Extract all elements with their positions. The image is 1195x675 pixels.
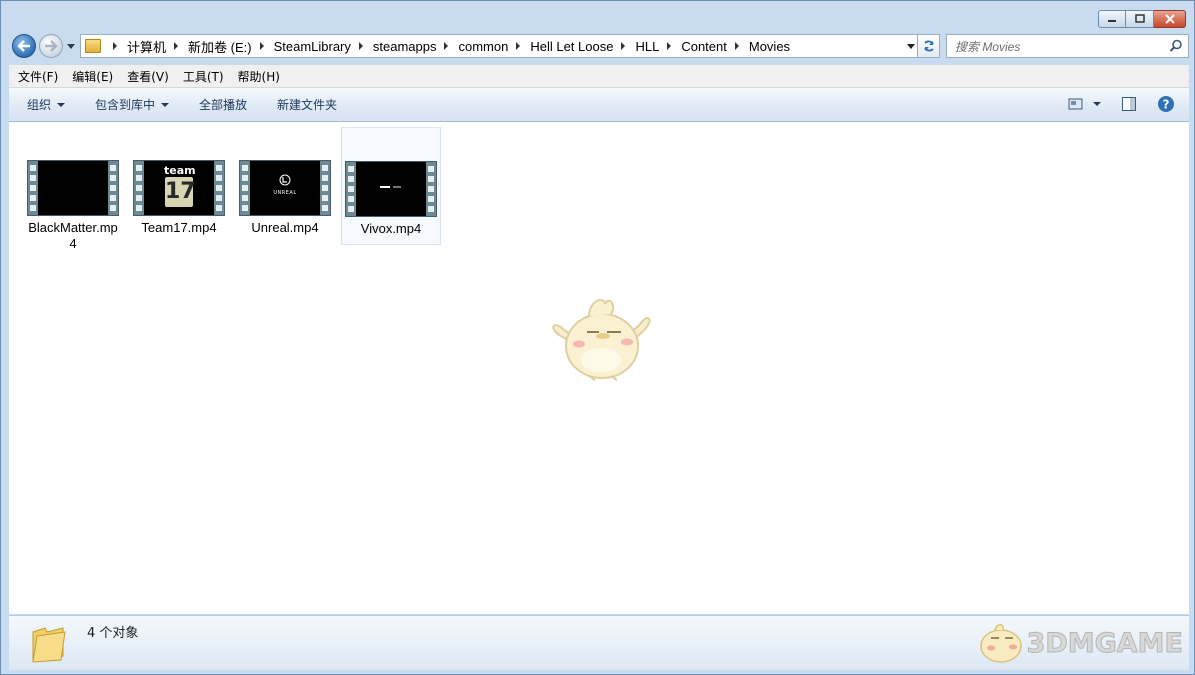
svg-text:?: ? <box>1163 98 1170 112</box>
film-strip <box>320 161 330 215</box>
help-icon[interactable]: ? <box>1157 95 1175 113</box>
command-bar: 组织 包含到库中 全部播放 新建文件夹 ? <box>9 88 1189 122</box>
video-thumbnail <box>345 161 437 217</box>
search-box[interactable] <box>946 34 1189 58</box>
unreal-logo-text: UNREAL <box>273 190 297 196</box>
vivox-logo-mark <box>380 186 390 188</box>
address-bar[interactable]: 计算机 新加卷 (E:) SteamLibrary steamapps comm… <box>80 34 918 58</box>
breadcrumb-separator-icon[interactable] <box>174 42 179 50</box>
breadcrumb-item-steamapps[interactable]: steamapps <box>373 39 437 54</box>
unreal-logo-icon <box>279 174 291 186</box>
search-input[interactable] <box>953 38 1167 56</box>
file-item-unreal[interactable]: UNREAL Unreal.mp4 <box>235 160 335 236</box>
address-history-chevron-down-icon[interactable] <box>907 44 915 49</box>
new-folder-button[interactable]: 新建文件夹 <box>277 96 337 113</box>
recent-pages-chevron-down-icon[interactable] <box>66 41 76 51</box>
breadcrumb-item-drive[interactable]: 新加卷 (E:) <box>188 37 252 56</box>
organize-label: 组织 <box>27 98 52 112</box>
file-list: BlackMatter.mp4 team 17 Team17.mp4 UNREA… <box>9 122 1189 614</box>
close-icon <box>1164 14 1175 24</box>
caption-buttons <box>1098 10 1186 28</box>
include-in-library-button[interactable]: 包含到库中 <box>95 96 170 113</box>
refresh-icon <box>923 40 934 52</box>
menu-file[interactable]: 文件(F) <box>13 68 63 85</box>
arrow-left-icon <box>17 40 30 52</box>
file-name: Team17.mp4 <box>141 220 217 235</box>
brand-watermark: 3DMGAME <box>975 622 1184 664</box>
breadcrumb-item-hll[interactable]: HLL <box>635 39 659 54</box>
view-options-chevron-down-icon[interactable] <box>1093 102 1101 106</box>
breadcrumb-separator-icon[interactable] <box>621 42 626 50</box>
breadcrumb-separator-icon[interactable] <box>358 42 363 50</box>
menu-view[interactable]: 查看(V) <box>122 68 174 85</box>
file-name: Vivox.mp4 <box>360 221 422 236</box>
vivox-logo-mark <box>393 186 401 188</box>
status-bar: 4 个对象 3DMGAME <box>9 615 1189 670</box>
menu-help[interactable]: 帮助(H) <box>233 68 285 85</box>
team17-logo-text: team <box>164 164 196 177</box>
brand-text: 3DMGAME <box>1026 627 1183 659</box>
explorer-window: 计算机 新加卷 (E:) SteamLibrary steamapps comm… <box>0 0 1195 675</box>
breadcrumb-item-computer[interactable]: 计算机 <box>127 37 166 56</box>
minimize-icon <box>1108 20 1116 22</box>
forward-button[interactable] <box>39 34 63 58</box>
file-item-team17[interactable]: team 17 Team17.mp4 <box>129 160 229 236</box>
video-thumbnail <box>27 160 119 216</box>
maximize-icon <box>1134 14 1145 23</box>
menu-edit[interactable]: 编辑(E) <box>67 68 118 85</box>
breadcrumb-item-steamlibrary[interactable]: SteamLibrary <box>274 39 351 54</box>
video-thumbnail: team 17 <box>133 160 225 216</box>
file-name: BlackMatter.mp4 <box>28 220 118 251</box>
breadcrumb-separator-icon[interactable] <box>734 42 739 50</box>
film-strip <box>426 162 436 216</box>
breadcrumb-item-common[interactable]: common <box>458 39 508 54</box>
play-all-button[interactable]: 全部播放 <box>199 96 247 113</box>
include-in-library-label: 包含到库中 <box>95 98 156 112</box>
breadcrumb-item-movies[interactable]: Movies <box>749 39 790 54</box>
film-strip <box>134 161 144 215</box>
view-controls: ? <box>1068 95 1175 113</box>
film-strip <box>214 161 224 215</box>
change-view-icon[interactable] <box>1068 97 1084 111</box>
chevron-down-icon <box>57 102 66 107</box>
maximize-button[interactable] <box>1126 10 1154 28</box>
minimize-button[interactable] <box>1098 10 1126 28</box>
back-button[interactable] <box>12 34 36 58</box>
video-thumbnail: UNREAL <box>239 160 331 216</box>
breadcrumb-separator-icon[interactable] <box>444 42 449 50</box>
arrow-right-icon <box>45 40 58 52</box>
menu-bar: 文件(F) 编辑(E) 查看(V) 工具(T) 帮助(H) <box>9 65 1189 88</box>
breadcrumb-separator-icon[interactable] <box>516 42 521 50</box>
navigation-bar: 计算机 新加卷 (E:) SteamLibrary steamapps comm… <box>9 32 1189 60</box>
file-name: Unreal.mp4 <box>251 220 319 235</box>
breadcrumb-separator-icon[interactable] <box>667 42 672 50</box>
search-icon[interactable] <box>1169 39 1183 53</box>
menu-tools[interactable]: 工具(T) <box>178 68 229 85</box>
film-strip <box>28 161 38 215</box>
preview-pane-icon[interactable] <box>1121 96 1137 112</box>
folder-icon <box>85 39 101 53</box>
file-item-blackmatter[interactable]: BlackMatter.mp4 <box>23 160 123 252</box>
breadcrumb-separator-icon[interactable] <box>259 42 264 50</box>
chevron-down-icon <box>161 102 170 107</box>
breadcrumb-item-hell-let-loose[interactable]: Hell Let Loose <box>530 39 613 54</box>
breadcrumb-separator-icon[interactable] <box>113 42 117 50</box>
breadcrumb: 计算机 新加卷 (E:) SteamLibrary steamapps comm… <box>105 37 790 56</box>
team17-logo-number: 17 <box>165 177 196 207</box>
film-strip <box>108 161 118 215</box>
film-strip <box>240 161 250 215</box>
refresh-button[interactable] <box>918 34 940 58</box>
folder-icon <box>32 627 66 663</box>
item-count: 4 个对象 <box>87 626 139 641</box>
mascot-watermark-icon <box>552 299 651 381</box>
close-button[interactable] <box>1154 10 1186 28</box>
film-strip <box>346 162 356 216</box>
organize-button[interactable]: 组织 <box>27 96 66 113</box>
file-item-vivox[interactable]: Vivox.mp4 <box>341 127 441 245</box>
breadcrumb-item-content[interactable]: Content <box>681 39 727 54</box>
brand-mascot-icon <box>979 624 1022 663</box>
